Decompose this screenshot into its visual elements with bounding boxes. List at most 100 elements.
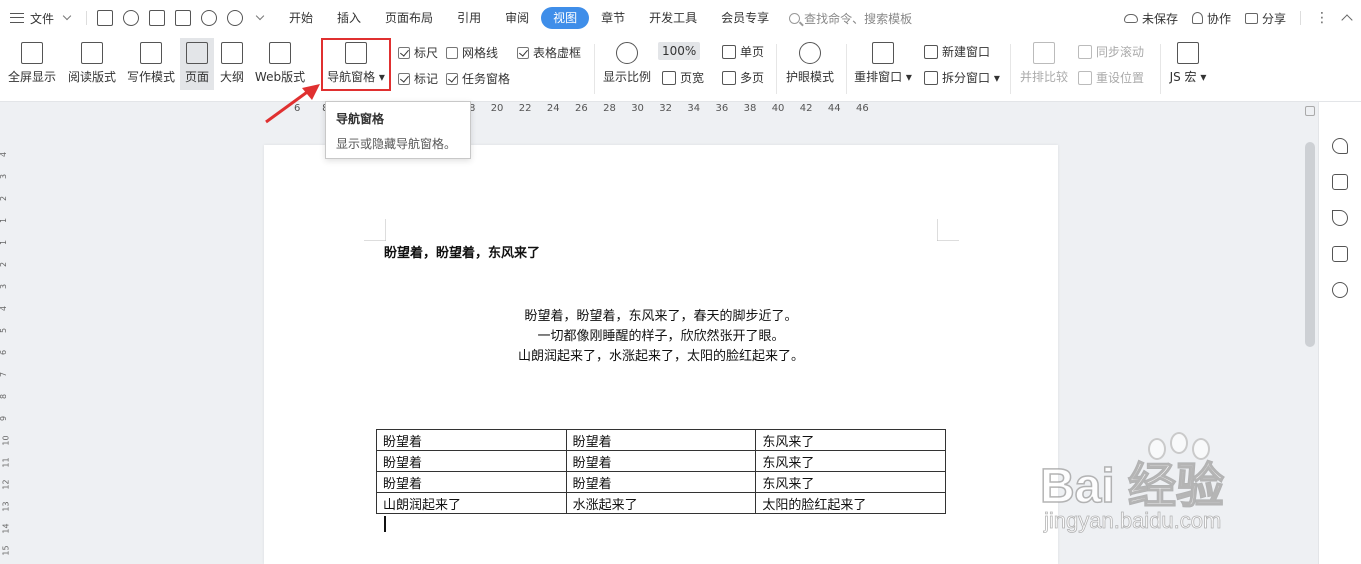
scroll-top-icon[interactable] — [1305, 106, 1315, 116]
js-macro-button[interactable]: JS 宏 ▾ — [1166, 36, 1210, 90]
watermark-main-text: Bai 经验 — [1039, 459, 1225, 514]
quick-access — [86, 10, 265, 26]
tab-5[interactable]: 视图 — [541, 7, 590, 29]
writing-label: 写作模式 — [126, 70, 175, 84]
gridlines-checkbox[interactable]: 网格线 — [446, 44, 498, 61]
ruler-number: 36 — [715, 103, 729, 114]
table-cell[interactable]: 盼望着 — [565, 450, 757, 472]
tab-2[interactable]: 页面布局 — [373, 7, 445, 29]
single-page-button[interactable]: 单页 — [722, 43, 764, 60]
edit-pen-icon[interactable] — [1332, 174, 1348, 190]
vertical-ruler[interactable]: 4321123456789101112131415 — [0, 118, 12, 564]
vertical-ruler-number: 11 — [1, 457, 11, 468]
command-search[interactable]: 查找命令、搜索模板 — [789, 10, 912, 27]
settings-sliders-icon[interactable] — [1332, 246, 1348, 262]
rocket-icon[interactable] — [1332, 138, 1348, 154]
tab-7[interactable]: 开发工具 — [637, 7, 709, 29]
fullscreen-button[interactable]: 全屏显示 — [6, 36, 58, 90]
right-tools: 未保存 协作 分享 ⋮ — [1123, 0, 1353, 36]
redo-icon[interactable] — [227, 10, 244, 26]
table-gridlines-checkbox[interactable]: 表格虚框 — [517, 44, 581, 61]
undo-icon[interactable] — [201, 10, 218, 26]
share-button[interactable]: 分享 — [1244, 10, 1286, 27]
markup-checkbox[interactable]: 标记 — [398, 70, 438, 87]
ruler-number: 46 — [856, 103, 869, 114]
page-width-button[interactable]: 页宽 — [662, 69, 704, 86]
gridlines-label: 网格线 — [462, 46, 499, 60]
tab-3[interactable]: 引用 — [445, 7, 493, 29]
collapse-ribbon-icon[interactable] — [1341, 14, 1353, 26]
eye-care-button[interactable]: 护眼模式 — [783, 36, 837, 90]
more-icon[interactable]: ⋮ — [1315, 10, 1329, 26]
zoom-icon — [616, 42, 638, 64]
horizontal-ruler[interactable]: 6810121416182022242628303234363840424446 — [0, 102, 1302, 118]
single-page-label: 单页 — [740, 45, 765, 59]
save-icon[interactable] — [97, 10, 114, 26]
table-cell[interactable]: 太阳的脸红起来了 — [755, 492, 946, 514]
table-cell[interactable]: 东风来了 — [755, 450, 946, 472]
table-cell[interactable]: 盼望着 — [376, 471, 567, 493]
outline-button[interactable]: 大纲 — [216, 36, 248, 90]
table-cell[interactable]: 盼望着 — [565, 429, 757, 451]
text-cursor — [384, 516, 386, 532]
ruler-number: 44 — [827, 103, 841, 114]
margin-corner-top-left — [364, 219, 386, 241]
outline-label: 大纲 — [219, 70, 244, 84]
table-cell[interactable]: 东风来了 — [755, 471, 946, 493]
vertical-ruler-number: 14 — [1, 523, 11, 534]
help-icon[interactable] — [1332, 282, 1348, 298]
table-row: 盼望着 盼望着 东风来了 — [376, 471, 946, 493]
reading-layout-button[interactable]: 阅读版式 — [64, 36, 120, 90]
tab-1[interactable]: 插入 — [325, 7, 373, 29]
print-icon[interactable] — [149, 10, 166, 26]
multi-page-button[interactable]: 多页 — [722, 69, 764, 86]
tab-6[interactable]: 章节 — [589, 7, 637, 29]
vertical-ruler-number: 3 — [0, 174, 8, 179]
format-painter-icon[interactable] — [123, 10, 140, 26]
ruler-checkbox[interactable]: 标尺 — [398, 44, 438, 61]
zoom-label: 显示比例 — [602, 70, 651, 84]
tab-4[interactable]: 审阅 — [493, 7, 541, 29]
ruler-number: 32 — [659, 103, 673, 114]
table-cell[interactable]: 水涨起来了 — [565, 492, 757, 514]
document-table[interactable]: 盼望着 盼望着 东风来了 盼望着 盼望着 东风来了 盼望着 盼望着 东风来了 山朗润起来了 水涨起来… — [376, 429, 946, 514]
zoom-button[interactable]: 显示比例 — [602, 36, 652, 90]
document-page[interactable]: 盼望着，盼望着，东风来了 盼望着，盼望着，东风来了，春天的脚步近了。 一切都像刚… — [264, 145, 1058, 564]
vertical-ruler-number: 5 — [0, 328, 8, 333]
table-cell[interactable]: 盼望着 — [376, 429, 567, 451]
file-menu-label: 文件 — [30, 11, 55, 26]
reset-position-icon — [1078, 70, 1092, 85]
table-cell[interactable]: 东风来了 — [755, 429, 946, 451]
search-placeholder: 查找命令、搜索模板 — [804, 11, 913, 26]
print-preview-icon[interactable] — [175, 10, 192, 26]
unsaved-status[interactable]: 未保存 — [1123, 10, 1178, 27]
tab-0[interactable]: 开始 — [277, 7, 325, 29]
split-window-button[interactable]: 拆分窗口 ▾ — [924, 69, 1000, 86]
reading-label: 阅读版式 — [67, 70, 116, 84]
table-cell[interactable]: 山朗润起来了 — [376, 492, 567, 514]
scrollbar-thumb[interactable] — [1305, 142, 1315, 347]
file-menu[interactable]: 文件 — [0, 10, 72, 27]
writing-mode-button[interactable]: 写作模式 — [124, 36, 178, 90]
reset-position-button[interactable]: 重设位置 — [1078, 69, 1144, 86]
baidu-watermark: Bai 经验 jingyan.baidu.com — [1039, 432, 1340, 558]
page-view-button[interactable]: 页面 — [180, 38, 214, 90]
poem-line-1: 盼望着，盼望着，东风来了，春天的脚步近了。 — [524, 309, 798, 324]
select-cursor-icon[interactable] — [1332, 210, 1348, 226]
side-by-side-button[interactable]: 并排比较 — [1016, 36, 1072, 90]
rearrange-windows-button[interactable]: 重排窗口 ▾ — [852, 36, 914, 90]
new-window-button[interactable]: 新建窗口 — [924, 43, 990, 60]
sync-scroll-button[interactable]: 同步滚动 — [1078, 43, 1144, 60]
task-pane-checkbox[interactable]: 任务窗格 — [446, 70, 510, 87]
collab-button[interactable]: 协作 — [1191, 10, 1231, 27]
ruler-number: 20 — [490, 103, 504, 114]
customize-chevron-icon[interactable] — [255, 11, 265, 21]
vertical-scrollbar[interactable] — [1302, 102, 1318, 564]
zoom-100-button[interactable]: 100% — [658, 42, 701, 60]
tab-8[interactable]: 会员专享 — [709, 7, 781, 29]
table-cell[interactable]: 盼望着 — [376, 450, 567, 472]
vertical-ruler-number: 10 — [1, 435, 11, 446]
table-cell[interactable]: 盼望着 — [565, 471, 757, 493]
unsaved-label: 未保存 — [1141, 11, 1178, 26]
sync-scroll-icon — [1078, 44, 1092, 59]
